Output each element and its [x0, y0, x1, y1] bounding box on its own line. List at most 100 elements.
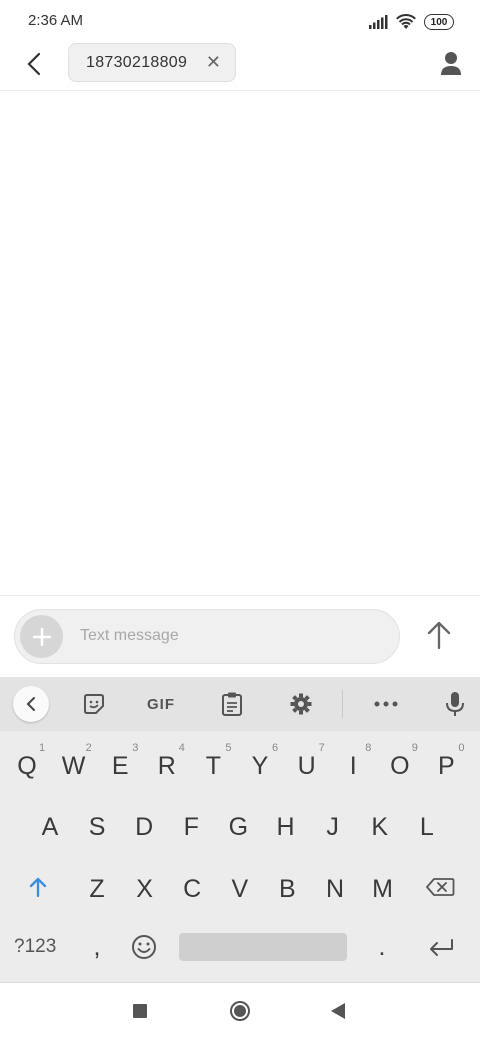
key-label: M	[372, 874, 393, 903]
key-label: O	[390, 751, 410, 780]
key-hint: 3	[132, 742, 139, 754]
key-label: S	[88, 812, 106, 841]
settings-button[interactable]	[287, 690, 315, 718]
gear-icon	[290, 693, 312, 715]
key-g[interactable]: G	[218, 802, 258, 852]
contact-button[interactable]	[436, 48, 466, 78]
battery-icon: 100	[424, 14, 454, 30]
wifi-icon	[396, 14, 416, 29]
key-hint: 2	[85, 742, 92, 754]
plus-icon	[32, 627, 51, 646]
more-button[interactable]	[372, 690, 400, 718]
key-label: Y	[251, 751, 269, 780]
key-label: U	[297, 751, 316, 780]
key-label: L	[419, 812, 434, 841]
chevron-left-icon	[26, 697, 35, 711]
remove-recipient-icon[interactable]: ✕	[206, 53, 221, 71]
sticker-icon	[84, 694, 104, 714]
key-v[interactable]: V	[220, 864, 260, 914]
key-label: E	[111, 751, 129, 780]
backspace-key[interactable]	[420, 862, 460, 912]
key-label: N	[325, 874, 345, 903]
key-c[interactable]: C	[172, 864, 212, 914]
key-hint: 6	[272, 742, 279, 754]
key-f[interactable]: F	[171, 802, 211, 852]
status-icons: 100	[368, 12, 454, 32]
key-label: J	[326, 812, 339, 841]
backspace-icon	[426, 878, 455, 896]
nav-divider	[0, 982, 480, 983]
key-x[interactable]: X	[125, 864, 165, 914]
symbols-key[interactable]: ?123	[14, 933, 62, 961]
composer-divider	[0, 595, 480, 596]
key-label: T	[205, 751, 222, 780]
enter-icon	[430, 939, 453, 956]
back-triangle-icon[interactable]	[330, 1002, 346, 1020]
emoji-key[interactable]	[124, 922, 164, 972]
key-label: P	[438, 751, 455, 780]
key-hint: 9	[411, 742, 418, 754]
key-label: X	[136, 874, 153, 903]
key-label: K	[371, 812, 389, 841]
key-j[interactable]: J	[313, 802, 353, 852]
recipient-number: 18730218809	[86, 53, 188, 71]
key-z[interactable]: Z	[77, 864, 117, 914]
gif-label: GIF	[147, 695, 175, 713]
home-circle-icon[interactable]	[229, 1000, 251, 1022]
key-label: Z	[89, 874, 105, 903]
comma-key[interactable]: ,	[77, 922, 117, 972]
send-button[interactable]	[424, 618, 454, 652]
voice-input-button[interactable]	[442, 690, 468, 718]
sticker-button[interactable]	[80, 690, 108, 718]
status-time: 2:36 AM	[28, 12, 84, 29]
key-label: Q	[17, 751, 37, 780]
key-label: H	[276, 812, 295, 841]
person-icon	[441, 52, 461, 75]
signal-icon	[369, 15, 388, 29]
key-label: I	[349, 751, 357, 780]
attach-button[interactable]	[20, 615, 63, 658]
clipboard-icon	[222, 692, 242, 716]
collapse-toolbar-button[interactable]	[13, 686, 49, 722]
space-key[interactable]	[179, 933, 347, 961]
gif-button[interactable]: GIF	[141, 690, 181, 718]
recipient-chip[interactable]: 18730218809 ✕	[68, 43, 236, 82]
microphone-icon	[446, 692, 464, 716]
text-message-placeholder[interactable]: Text message	[80, 627, 179, 645]
key-hint: 8	[365, 742, 372, 754]
key-s[interactable]: S	[77, 802, 117, 852]
more-horizontal-icon	[374, 701, 398, 707]
key-n[interactable]: N	[315, 864, 355, 914]
clipboard-button[interactable]	[218, 690, 246, 718]
message-thread	[0, 91, 480, 595]
key-label: R	[157, 751, 176, 780]
key-a[interactable]: A	[30, 802, 70, 852]
key-m[interactable]: M	[363, 864, 403, 914]
key-hint: 5	[225, 742, 232, 754]
shift-arrow-icon	[29, 877, 47, 898]
period-key[interactable]: .	[362, 922, 402, 972]
key-label: V	[231, 874, 249, 903]
key-hint: 1	[39, 742, 46, 754]
message-input-field[interactable]	[14, 609, 400, 664]
key-label: D	[135, 812, 154, 841]
key-k[interactable]: K	[360, 802, 400, 852]
key-label: B	[279, 874, 296, 903]
toolbar-separator	[342, 690, 343, 718]
shift-key[interactable]	[18, 862, 58, 912]
key-label: W	[61, 751, 86, 780]
key-b[interactable]: B	[267, 864, 307, 914]
key-hint: 7	[318, 742, 325, 754]
key-l[interactable]: L	[407, 802, 447, 852]
recents-square-icon[interactable]	[133, 1004, 147, 1018]
key-hint: 4	[178, 742, 185, 754]
key-label: G	[228, 812, 249, 841]
key-label: A	[41, 812, 59, 841]
arrow-up-icon	[427, 621, 451, 650]
enter-key[interactable]	[421, 922, 461, 972]
key-label: C	[183, 874, 202, 903]
key-hint: 0	[458, 742, 465, 754]
back-button[interactable]	[18, 46, 50, 82]
key-d[interactable]: D	[124, 802, 164, 852]
key-h[interactable]: H	[266, 802, 306, 852]
